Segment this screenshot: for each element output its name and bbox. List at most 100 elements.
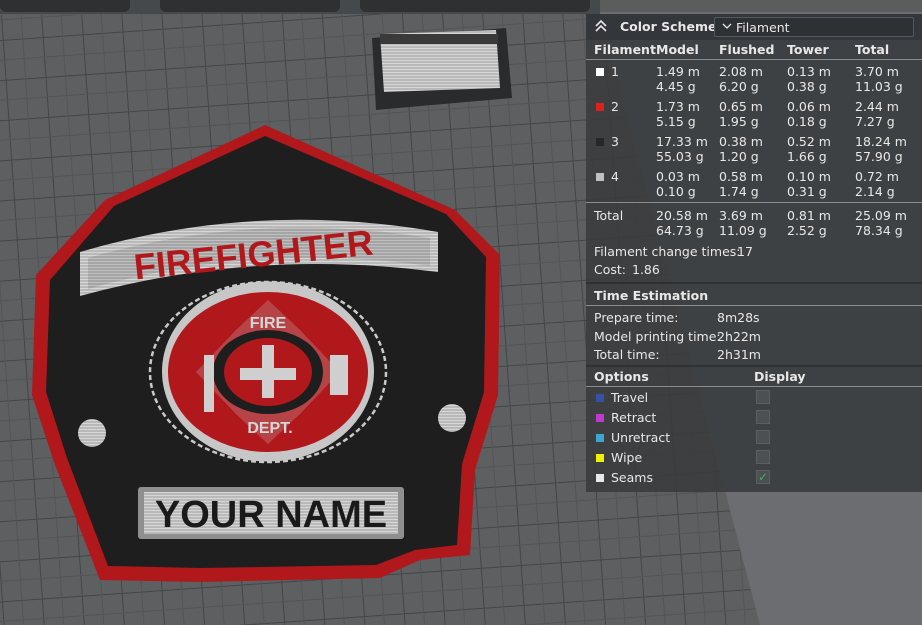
prepare-time-value: 8m28s bbox=[717, 310, 760, 325]
filament-color-swatch bbox=[596, 103, 604, 111]
model-length: 0.03 m bbox=[656, 169, 700, 184]
filament-color-swatch bbox=[596, 68, 604, 76]
options-header: Options bbox=[594, 369, 649, 384]
tower-weight: 2.52 g bbox=[787, 223, 827, 238]
option-label: Wipe bbox=[611, 450, 643, 465]
filament-color-swatch bbox=[596, 173, 604, 181]
top-toolbar-strip bbox=[0, 0, 600, 14]
divider bbox=[586, 202, 922, 203]
seal-top-text: FIRE bbox=[250, 315, 287, 332]
model-weight: 55.03 g bbox=[656, 149, 704, 164]
seal-bottom-text: DEPT. bbox=[247, 420, 292, 437]
color-scheme-value: Filament bbox=[736, 20, 790, 35]
model-printing-time-label: Model printing time: bbox=[594, 329, 721, 344]
model-weight: 0.10 g bbox=[656, 184, 696, 199]
total-time-value: 2h31m bbox=[717, 347, 761, 362]
flushed-weight: 6.20 g bbox=[719, 79, 759, 94]
total-weight: 11.03 g bbox=[855, 79, 903, 94]
tower-length: 0.52 m bbox=[787, 134, 831, 149]
cost-label: Cost: bbox=[594, 262, 627, 277]
prime-tower bbox=[372, 28, 512, 110]
prepare-time-label: Prepare time: bbox=[594, 310, 679, 325]
divider bbox=[586, 365, 922, 367]
model-length: 20.58 m bbox=[656, 208, 708, 223]
time-estimation-title: Time Estimation bbox=[594, 288, 709, 303]
model-printing-time-value: 2h22m bbox=[717, 329, 761, 344]
flushed-length: 2.08 m bbox=[719, 64, 763, 79]
total-weight: 2.14 g bbox=[855, 184, 895, 199]
model-weight: 5.15 g bbox=[656, 114, 696, 129]
travel-color-swatch bbox=[596, 394, 604, 402]
column-header-flushed: Flushed bbox=[719, 42, 775, 57]
model-weight: 64.73 g bbox=[656, 223, 704, 238]
flushed-weight: 1.74 g bbox=[719, 184, 759, 199]
tower-length: 0.10 m bbox=[787, 169, 831, 184]
model-length: 1.73 m bbox=[656, 99, 700, 114]
flushed-weight: 1.95 g bbox=[719, 114, 759, 129]
panel-header: Color Scheme Filament bbox=[586, 14, 922, 40]
filament-id: 2 bbox=[611, 99, 619, 114]
total-length: 2.44 m bbox=[855, 99, 899, 114]
tower-length: 0.13 m bbox=[787, 64, 831, 79]
filament-change-times-value: 17 bbox=[737, 244, 753, 259]
model-length: 1.49 m bbox=[656, 64, 700, 79]
cost-value: 1.86 bbox=[632, 262, 660, 277]
total-length: 25.09 m bbox=[855, 208, 907, 223]
column-header-tower: Tower bbox=[787, 42, 829, 57]
retract-color-swatch bbox=[596, 414, 604, 422]
total-label: Total bbox=[594, 208, 624, 223]
total-length: 18.24 m bbox=[855, 134, 907, 149]
filament-change-times-label: Filament change times: bbox=[594, 244, 741, 259]
total-length: 0.72 m bbox=[855, 169, 899, 184]
total-weight: 57.90 g bbox=[855, 149, 903, 164]
color-scheme-title: Color Scheme bbox=[620, 19, 717, 34]
travel-display-checkbox[interactable] bbox=[756, 390, 770, 404]
badge-name: YOUR NAME bbox=[155, 494, 387, 536]
unretract-display-checkbox[interactable] bbox=[756, 430, 770, 444]
filament-id: 4 bbox=[611, 169, 619, 184]
flushed-weight: 11.09 g bbox=[719, 223, 767, 238]
seams-display-checkbox[interactable]: ✓ bbox=[756, 470, 770, 484]
column-header-model: Model bbox=[656, 42, 699, 57]
total-time-label: Total time: bbox=[594, 347, 660, 362]
filament-color-swatch bbox=[596, 138, 604, 146]
filament-id: 1 bbox=[611, 64, 619, 79]
model-weight: 4.45 g bbox=[656, 79, 696, 94]
total-length: 3.70 m bbox=[855, 64, 899, 79]
model-length: 17.33 m bbox=[656, 134, 708, 149]
flushed-weight: 1.20 g bbox=[719, 149, 759, 164]
total-weight: 7.27 g bbox=[855, 114, 895, 129]
wipe-display-checkbox[interactable] bbox=[756, 450, 770, 464]
filament-id: 3 bbox=[611, 134, 619, 149]
option-label: Travel bbox=[611, 390, 649, 405]
tower-length: 0.81 m bbox=[787, 208, 831, 223]
option-label: Seams bbox=[611, 470, 653, 485]
flushed-length: 0.65 m bbox=[719, 99, 763, 114]
divider bbox=[586, 305, 922, 306]
column-header-total: Total bbox=[855, 42, 890, 57]
wipe-color-swatch bbox=[596, 454, 604, 462]
column-header-filament: Filament bbox=[594, 42, 656, 57]
total-weight: 78.34 g bbox=[855, 223, 903, 238]
chevron-down-icon bbox=[722, 18, 732, 36]
retract-display-checkbox[interactable] bbox=[756, 410, 770, 424]
flushed-length: 0.38 m bbox=[719, 134, 763, 149]
checkmark-icon: ✓ bbox=[758, 470, 769, 484]
tower-weight: 0.18 g bbox=[787, 114, 827, 129]
seams-color-swatch bbox=[596, 474, 604, 482]
divider bbox=[586, 386, 922, 387]
tower-weight: 0.31 g bbox=[787, 184, 827, 199]
collapse-chevron-up-icon[interactable] bbox=[594, 19, 608, 33]
divider bbox=[586, 59, 922, 60]
option-label: Retract bbox=[611, 410, 657, 425]
flushed-length: 0.58 m bbox=[719, 169, 763, 184]
tower-weight: 1.66 g bbox=[787, 149, 827, 164]
flushed-length: 3.69 m bbox=[719, 208, 763, 223]
tower-length: 0.06 m bbox=[787, 99, 831, 114]
tower-weight: 0.38 g bbox=[787, 79, 827, 94]
unretract-color-swatch bbox=[596, 434, 604, 442]
color-scheme-select[interactable]: Filament bbox=[714, 17, 914, 37]
divider bbox=[586, 282, 922, 284]
option-label: Unretract bbox=[611, 430, 671, 445]
gcode-legend-panel: Color Scheme Filament Filament Model Flu… bbox=[586, 14, 922, 492]
